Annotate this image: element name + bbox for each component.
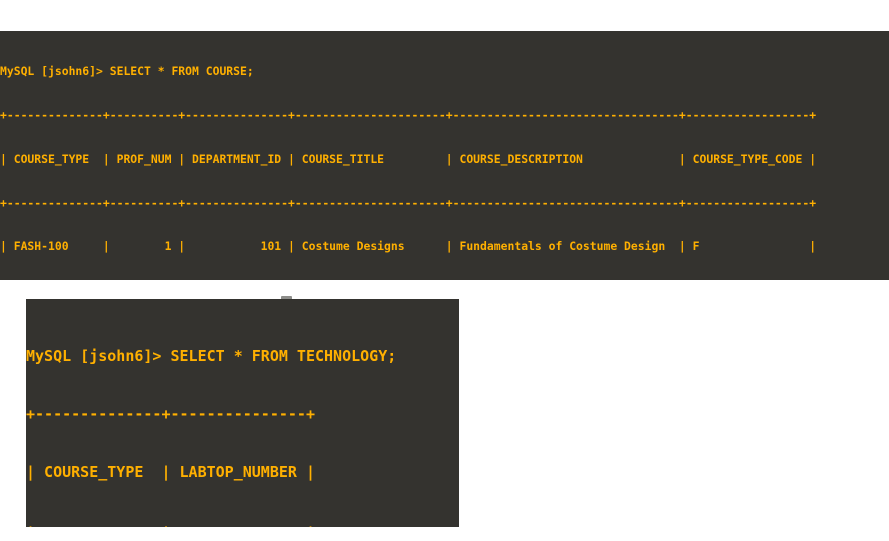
table-border-top: +--------------+----------+-------------… xyxy=(0,107,817,122)
table-row: | FASH-100 | 1 | 101 | Costume Designs |… xyxy=(0,239,817,254)
table-border-top: +--------------+---------------+ xyxy=(26,405,315,424)
table-header-row: | COURSE_TYPE | PROF_NUM | DEPARTMENT_ID… xyxy=(0,151,817,166)
sql-prompt-line: MySQL [jsohn6]> SELECT * FROM TECHNOLOGY… xyxy=(26,346,397,365)
table-header-row: | COURSE_TYPE | LABTOP_NUMBER | xyxy=(26,463,315,482)
sql-prompt-line: MySQL [jsohn6]> SELECT * FROM COURSE; xyxy=(0,64,254,79)
mysql-course-query-panel[interactable]: MySQL [jsohn6]> SELECT * FROM COURSE; +-… xyxy=(0,31,889,280)
table-border-header: +--------------+----------+-------------… xyxy=(0,195,817,210)
mysql-technology-query-panel[interactable]: MySQL [jsohn6]> SELECT * FROM TECHNOLOGY… xyxy=(26,299,459,527)
table-border-header: +--------------+---------------+ xyxy=(26,521,459,527)
